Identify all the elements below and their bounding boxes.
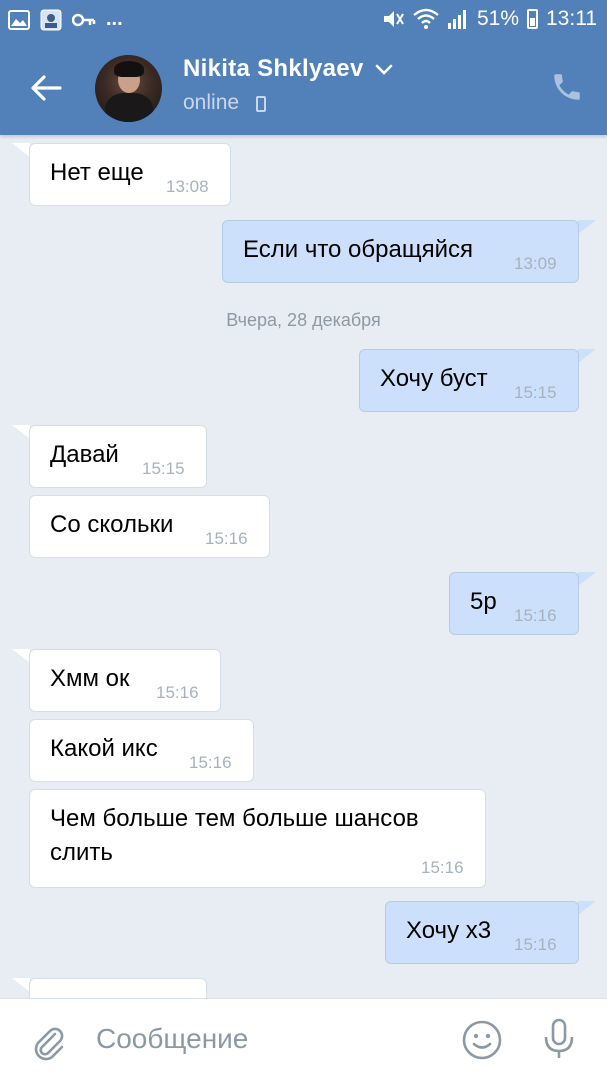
status-time: 13:11 <box>546 7 597 30</box>
wifi-icon <box>413 8 439 29</box>
message-outgoing[interactable]: Хочу буст 15:15 <box>359 349 579 412</box>
message-incoming[interactable]: Чем больше тем больше шансов слить 15:16 <box>29 789 486 888</box>
message-text: Со скольки <box>50 511 174 538</box>
back-arrow-icon[interactable] <box>26 68 66 108</box>
message-outgoing[interactable]: Если что обращяйся 13:09 <box>222 220 579 283</box>
message-incoming[interactable]: Давай 15:15 <box>29 425 207 488</box>
message-time: 15:16 <box>421 858 464 877</box>
message-text: Хочу буст <box>380 365 488 392</box>
contact-name[interactable]: Nikita Shklyaev <box>183 55 364 83</box>
message-time: 15:16 <box>156 683 199 702</box>
message-input[interactable]: Сообщение <box>96 1023 248 1055</box>
key-icon <box>72 13 96 26</box>
chat-header: Nikita Shklyaev online <box>0 42 607 135</box>
message-outgoing[interactable]: Хочу х3 15:16 <box>385 901 579 964</box>
message-incoming[interactable]: Со скольки 15:16 <box>29 495 270 558</box>
bubble-tail <box>12 425 30 439</box>
chevron-down-icon[interactable] <box>375 64 393 76</box>
battery-icon <box>527 9 538 29</box>
message-time: 13:09 <box>514 254 557 273</box>
microphone-icon[interactable] <box>541 1017 577 1061</box>
signal-icon <box>447 10 466 29</box>
bubble-tail <box>12 978 30 992</box>
message-text: Чем больше тем больше шансов слить <box>50 805 419 866</box>
chat-area[interactable]: Нет еще 13:08 Если что обращяйся 13:09 В… <box>0 135 607 998</box>
message-time: 15:15 <box>514 383 557 402</box>
bubble-tail <box>578 901 596 915</box>
contact-status: online <box>183 91 240 114</box>
bubble-tail <box>578 349 596 363</box>
message-text: Какой икс <box>50 735 158 762</box>
avatar[interactable] <box>95 55 162 122</box>
gallery-icon <box>8 9 30 30</box>
status-bar-right: 51% 13:11 <box>381 7 597 31</box>
message-incoming[interactable]: Какой икс 15:16 <box>29 719 254 782</box>
message-text: 5р <box>470 588 497 615</box>
bubble-tail <box>12 143 30 157</box>
message-text: Давай <box>50 441 119 468</box>
message-text: Хочу х3 <box>406 917 492 944</box>
emoji-icon[interactable] <box>461 1019 503 1061</box>
message-time: 15:15 <box>142 459 185 478</box>
battery-percent: 51% <box>476 7 519 30</box>
mute-icon <box>383 11 404 27</box>
mobile-device-icon <box>256 96 266 112</box>
bubble-tail <box>12 649 30 663</box>
message-time: 15:16 <box>514 606 557 625</box>
more-notifications: ... <box>106 8 123 30</box>
message-text: Нет еще <box>50 159 144 186</box>
message-outgoing[interactable]: 5р 15:16 <box>449 572 579 635</box>
message-time: 13:08 <box>166 177 209 196</box>
message-composer: Сообщение <box>0 998 607 1081</box>
paperclip-icon[interactable] <box>28 1021 68 1061</box>
app-icon <box>40 9 62 30</box>
status-bar: ... 51% 13:11 <box>0 0 607 42</box>
message-time: 15:16 <box>189 753 232 772</box>
date-separator: Вчера, 28 декабря <box>226 310 381 330</box>
message-incoming[interactable]: Хмм ок 15:16 <box>29 649 221 712</box>
bubble-tail <box>578 220 596 234</box>
message-incoming[interactable]: Нет еще 13:08 <box>29 143 231 206</box>
message-text: Если что обращяйся <box>243 236 473 263</box>
bubble-tail <box>578 572 596 586</box>
message-text: Хмм ок <box>50 665 130 692</box>
status-bar-left: ... <box>8 8 123 31</box>
message-time: 15:16 <box>514 935 557 954</box>
message-time: 15:16 <box>205 529 248 548</box>
message-incoming-partial[interactable] <box>29 978 207 998</box>
phone-call-icon[interactable] <box>550 70 584 104</box>
